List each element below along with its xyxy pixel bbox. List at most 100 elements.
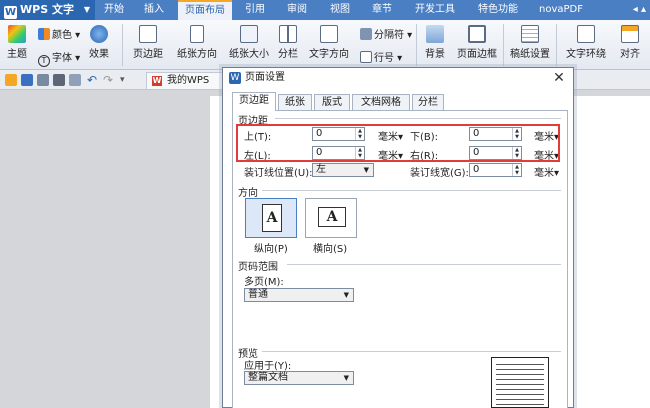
ribbon-separator	[416, 24, 417, 66]
tab-references[interactable]: 引用	[240, 0, 270, 20]
pages-group-label: 页码范围	[238, 262, 278, 273]
gutter-width-label: 装订线宽(G):	[410, 168, 469, 179]
multiple-pages-label: 多页(M):	[244, 277, 284, 288]
dialog-title: 页面设置	[245, 72, 285, 83]
spinner-arrows-icon[interactable]: ▲ ▼	[512, 164, 521, 176]
preview-page	[491, 357, 549, 408]
effects-button[interactable]: 效果	[86, 25, 112, 60]
chevron-down-icon: ▼	[363, 166, 369, 174]
tab-home[interactable]: 开始	[97, 0, 131, 20]
separator-icon	[360, 28, 372, 40]
tab-developer[interactable]: 开发工具	[410, 0, 460, 20]
page-size-icon	[240, 25, 258, 43]
text-wrap-button[interactable]: 文字环绕	[560, 25, 612, 60]
wps-tab-icon: W	[152, 76, 162, 86]
tab-margins[interactable]: 页边距	[232, 92, 276, 111]
preview-line	[496, 399, 544, 400]
tab-columns[interactable]: 分栏	[412, 94, 444, 110]
menu-bar: W WPS 文字 ▼ 开始 插入 页面布局 引用 审阅 视图 章节 开发工具 特色功…	[0, 0, 650, 20]
dialog-title-bar[interactable]: W 页面设置 ✕	[223, 68, 573, 88]
multiple-pages-select[interactable]: 普通 ▼	[244, 288, 354, 302]
page-border-button[interactable]: 页面边框	[454, 25, 500, 60]
customize-toolbar-icon[interactable]: ▾	[120, 74, 132, 86]
preview-line	[496, 404, 544, 405]
landscape-label: 横向(S)	[313, 244, 348, 255]
preview-line	[496, 369, 544, 370]
text-direction-icon	[320, 25, 338, 43]
page-border-icon	[468, 25, 486, 43]
undo-icon[interactable]: ↶	[87, 74, 99, 86]
preview-line	[496, 379, 544, 380]
orientation-icon	[190, 25, 204, 43]
theme-button[interactable]: 主题	[4, 25, 30, 60]
group-divider	[262, 190, 561, 191]
tab-chapter[interactable]: 章节	[367, 0, 397, 20]
fonts-button[interactable]: T 字体 ▾	[38, 49, 80, 67]
gutter-position-select[interactable]: 左 ▼	[312, 163, 374, 177]
landscape-option[interactable]: A	[305, 198, 357, 238]
background-button[interactable]: 背景	[420, 25, 450, 60]
tab-insert[interactable]: 插入	[138, 0, 170, 20]
preview-line	[496, 389, 544, 390]
preview-line	[496, 384, 544, 385]
orientation-button[interactable]: 纸张方向	[172, 25, 222, 60]
ribbon: 主题 颜色 ▾ T 字体 ▾ 效果 页边距 纸张方向 纸张大小 分栏 文字方向 分…	[0, 20, 650, 70]
preview-line	[496, 364, 544, 365]
open-folder-icon[interactable]	[5, 74, 17, 86]
portrait-label: 纵向(P)	[254, 244, 288, 255]
line-numbers-button[interactable]: 行号 ▾	[360, 49, 402, 64]
apply-to-label: 应用于(Y):	[244, 361, 292, 372]
chevron-down-icon: ▼	[343, 374, 349, 382]
align-icon	[621, 25, 639, 43]
close-icon[interactable]: ✕	[551, 69, 567, 87]
tab-doc-grid[interactable]: 文档网格	[352, 94, 410, 110]
group-divider	[287, 264, 561, 265]
columns-button[interactable]: 分栏	[274, 25, 302, 60]
text-direction-button[interactable]: 文字方向	[306, 25, 352, 60]
preview-line	[496, 374, 544, 375]
tab-novapdf[interactable]: novaPDF	[537, 0, 585, 20]
redo-icon[interactable]: ↷	[103, 74, 115, 86]
print-preview-icon[interactable]	[69, 74, 81, 86]
group-divider	[275, 118, 561, 119]
fonts-icon: T	[38, 55, 50, 67]
app-title: WPS 文字	[20, 3, 74, 16]
ribbon-separator	[122, 24, 123, 66]
gutter-width-input[interactable]: 0 ▲ ▼	[469, 163, 522, 177]
effects-icon	[90, 25, 108, 43]
background-icon	[426, 25, 444, 43]
print-icon[interactable]	[53, 74, 65, 86]
preview-line	[496, 394, 544, 395]
apply-to-select[interactable]: 整篇文档 ▼	[244, 371, 354, 385]
align-button[interactable]: 对齐	[612, 25, 648, 60]
portrait-option[interactable]: A	[245, 198, 297, 238]
theme-icon	[8, 25, 26, 43]
tab-layout[interactable]: 版式	[314, 94, 350, 110]
tab-paper[interactable]: 纸张	[278, 94, 312, 110]
save-icon[interactable]	[21, 74, 33, 86]
highlight-box	[236, 124, 560, 162]
orientation-group-label: 方向	[238, 188, 258, 199]
tab-page-layout[interactable]: 页面布局	[178, 0, 232, 20]
margins-icon	[139, 25, 157, 43]
margins-button[interactable]: 页边距	[128, 25, 168, 60]
tab-view[interactable]: 视图	[325, 0, 355, 20]
page-size-button[interactable]: 纸张大小	[224, 25, 274, 60]
ribbon-separator	[503, 24, 504, 66]
tab-review[interactable]: 审阅	[282, 0, 312, 20]
export-pdf-icon[interactable]	[37, 74, 49, 86]
ribbon-separator	[556, 24, 557, 66]
ribbon-collapse-icon[interactable]: ◂ ▴	[633, 0, 646, 20]
group-divider	[262, 351, 561, 352]
app-menu-button[interactable]: W WPS 文字 ▼	[0, 0, 95, 20]
wps-logo-icon: W	[229, 72, 241, 84]
line-numbers-icon	[360, 51, 372, 63]
gutter-position-label: 装订线位置(U):	[244, 168, 313, 179]
manuscript-icon	[521, 25, 539, 43]
manuscript-button[interactable]: 稿纸设置	[507, 25, 553, 60]
colors-button[interactable]: 颜色 ▾	[38, 26, 80, 41]
separator-button[interactable]: 分隔符 ▾	[360, 26, 412, 41]
tab-features[interactable]: 特色功能	[473, 0, 523, 20]
chevron-down-icon: ▼	[343, 291, 349, 299]
gutter-width-unit[interactable]: 毫米▾	[534, 164, 559, 179]
